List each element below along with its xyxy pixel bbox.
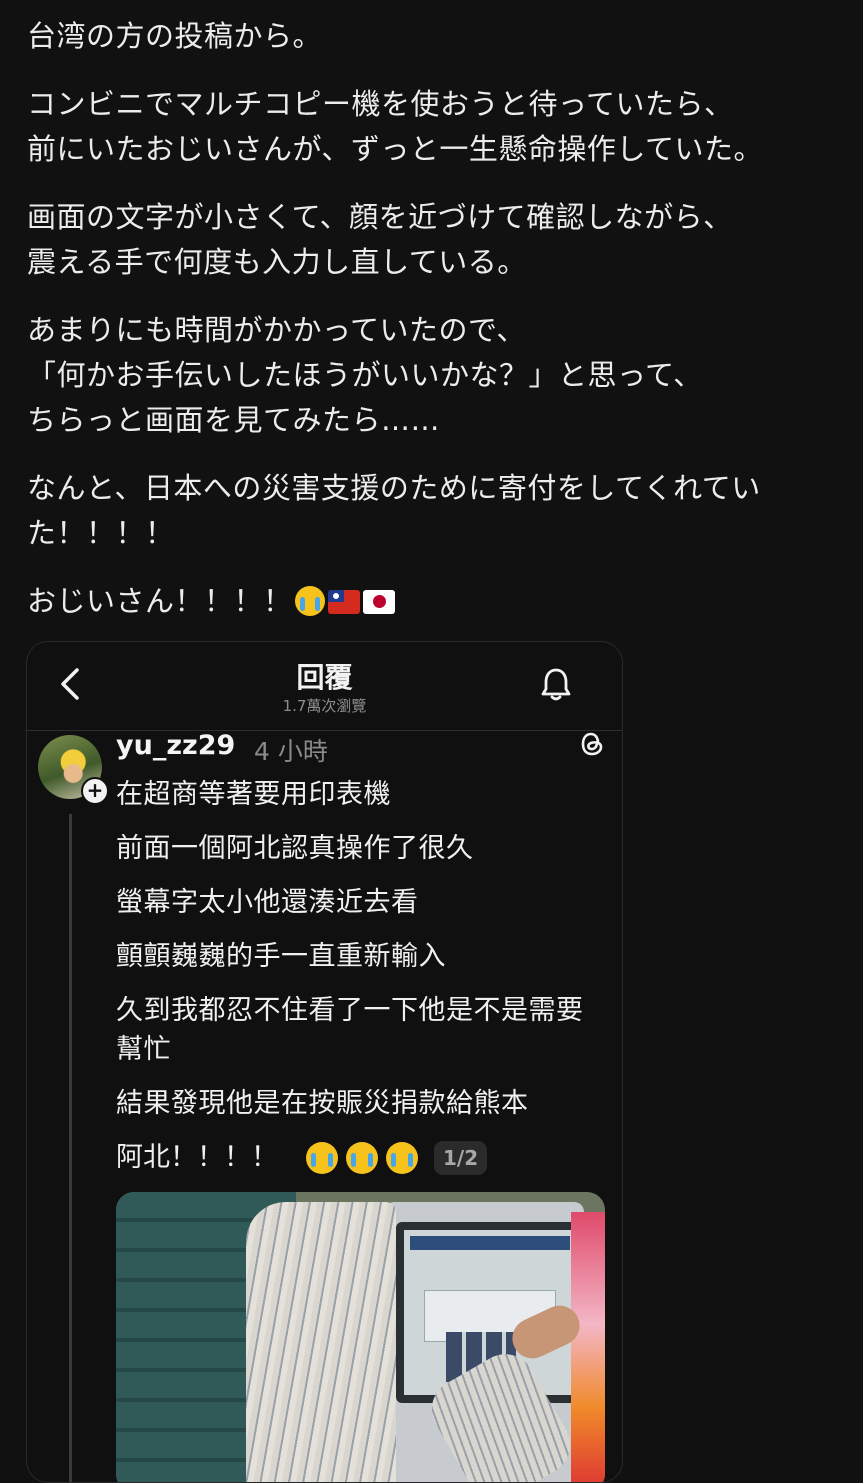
text-line: 台湾の方の投稿から。 [27,19,323,53]
reply-last-line: 阿北！！！！ 1/2 [116,1138,606,1177]
reply-line: 顫顫巍巍的手一直重新輸入 [116,941,446,972]
text-line: ちらっと画面を見てみたら…… [27,403,441,437]
view-count: 1.7萬次瀏覽 [282,697,367,715]
person-shirt [246,1202,396,1482]
reply-line: 在超商等著要用印表機 [116,779,391,810]
page-indicator: 1/2 [434,1140,488,1175]
text-line: 「何かお手伝いしたほうがいいかな？」と思って、 [27,358,703,392]
crying-face-icon [294,586,325,616]
card-title: 回覆 [296,661,353,694]
kiosk-photo[interactable] [116,1192,605,1482]
reply-line: 前面一個阿北認真操作了很久 [116,833,474,864]
text-line: おじいさん！！！！ [27,584,293,618]
reply-line: 久到我都忍不住看了一下他是不是需要幫忙 [116,995,584,1065]
paragraph-2: コンビニでマルチコピー機を使おうと待っていたら、 前にいたおじいさんが、ずっと一… [27,82,827,172]
taiwan-flag-icon [327,590,360,614]
embedded-threads-screenshot[interactable]: 回覆 1.7萬次瀏覽 + yu_zz29 4 小時 在超商等著要用印表機 前面一… [26,641,623,1483]
paragraph-3: 画面の文字が小さくて、顔を近づけて確認しながら、 震える手で何度も入力し直してい… [27,195,827,285]
text-line: 前にいたおじいさんが、ずっと一生懸命操作していた。 [27,132,764,166]
paragraph-4: あまりにも時間がかかっていたので、 「何かお手伝いしたほうがいいかな？」と思って… [27,308,827,443]
crying-face-icon [386,1141,418,1174]
post-body: 台湾の方の投稿から。 コンビニでマルチコピー機を使おうと待っていたら、 前にいた… [27,14,827,647]
card-header: 回覆 1.7萬次瀏覽 [27,642,622,731]
threads-logo-icon [581,732,603,756]
text-line: 震える手で何度も入力し直している。 [27,245,527,279]
reply-line: 螢幕字太小他還湊近去看 [116,887,419,918]
reply-line: 結果發現他是在按賑災捐款給熊本 [116,1088,529,1119]
paragraph-6: おじいさん！！！！ [27,579,827,624]
username[interactable]: yu_zz29 [116,730,235,761]
reply-body: 在超商等著要用印表機 前面一個阿北認真操作了很久 螢幕字太小他還湊近去看 顫顫巍… [116,775,606,1177]
paragraph-5: なんと、日本への災害支援のために寄付をしてくれてい た！！！！ [27,466,827,556]
paragraph-1: 台湾の方の投稿から。 [27,14,827,59]
reply-line: 阿北！！！！ [116,1142,278,1173]
thread-line [69,814,72,1482]
bell-icon[interactable] [540,666,572,702]
text-line: た！！！！ [27,516,175,550]
poster [571,1212,605,1482]
plus-icon[interactable]: + [81,777,109,805]
text-line: あまりにも時間がかかっていたので、 [27,313,526,347]
japan-flag-icon [362,590,395,614]
text-line: なんと、日本への災害支援のために寄付をしてくれてい [27,471,761,505]
crying-face-icon [306,1141,338,1174]
text-line: 画面の文字が小さくて、顔を近づけて確認しながら、 [27,200,733,234]
post-time: 4 小時 [254,737,328,766]
crying-face-icon [346,1141,378,1174]
text-line: コンビニでマルチコピー機を使おうと待っていたら、 [27,87,734,121]
